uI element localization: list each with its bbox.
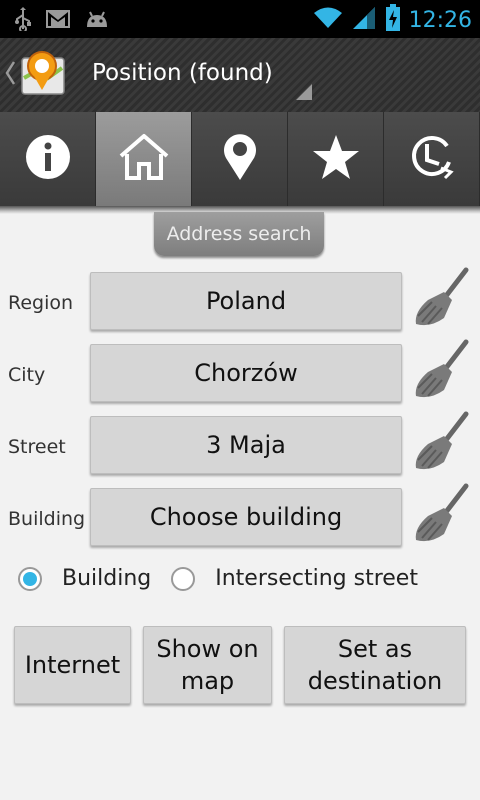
set-destination-label-line1: Set as [337, 635, 413, 663]
tab-location[interactable] [192, 112, 288, 206]
wifi-icon [313, 6, 343, 34]
tab-home[interactable] [96, 112, 192, 206]
building-radio[interactable] [18, 566, 42, 591]
home-icon [117, 132, 171, 186]
location-pin-icon [220, 132, 260, 186]
tab-info[interactable] [0, 112, 96, 206]
intersecting-street-radio-label[interactable]: Intersecting street [215, 566, 418, 591]
building-radio-label[interactable]: Building [62, 566, 151, 591]
show-on-map-button[interactable]: Show on map [143, 626, 272, 704]
tab-favorites[interactable] [288, 112, 384, 206]
set-destination-label-line2: destination [307, 667, 443, 695]
region-label: Region [8, 292, 74, 314]
broom-clear-icon[interactable] [410, 338, 474, 402]
intersecting-street-radio[interactable] [171, 566, 196, 591]
set-as-destination-button[interactable]: Set as destination [284, 626, 466, 704]
battery-charging-icon [385, 4, 401, 36]
usb-icon [14, 7, 32, 35]
page-title[interactable]: Position (found) [92, 60, 273, 86]
search-mode-radio-group: Building Intersecting street [18, 566, 418, 591]
tab-history[interactable] [384, 112, 480, 206]
broom-clear-icon[interactable] [410, 410, 474, 474]
street-label: Street [8, 436, 66, 458]
status-bar: 12:26 [0, 0, 480, 38]
broom-clear-icon[interactable] [410, 482, 474, 546]
city-button[interactable]: Chorzów [90, 344, 402, 402]
tab-bar [0, 112, 480, 206]
action-bar: Position (found) [0, 38, 480, 112]
star-icon [311, 133, 361, 185]
map-marker-app-icon[interactable] [18, 48, 68, 98]
internet-button[interactable]: Internet [14, 626, 131, 704]
city-label: City [8, 364, 46, 386]
broom-clear-icon[interactable] [410, 266, 474, 330]
internet-button-label: Internet [24, 651, 121, 679]
show-on-map-label-line1: Show on [156, 635, 259, 663]
status-clock: 12:26 [408, 7, 472, 33]
radio-selected-dot [23, 571, 37, 586]
building-label: Building [8, 508, 86, 530]
chevron-left-icon[interactable] [4, 60, 16, 92]
building-button[interactable]: Choose building [90, 488, 402, 546]
gmail-icon [46, 10, 70, 32]
info-icon [24, 133, 72, 185]
history-icon [407, 132, 457, 186]
signal-icon [351, 5, 377, 35]
street-button[interactable]: 3 Maja [90, 416, 402, 474]
show-on-map-label-line2: map [180, 667, 235, 695]
region-button[interactable]: Poland [90, 272, 402, 330]
spinner-indicator-icon [296, 84, 312, 100]
section-title: Address search [154, 212, 324, 256]
android-debug-icon [84, 9, 110, 33]
